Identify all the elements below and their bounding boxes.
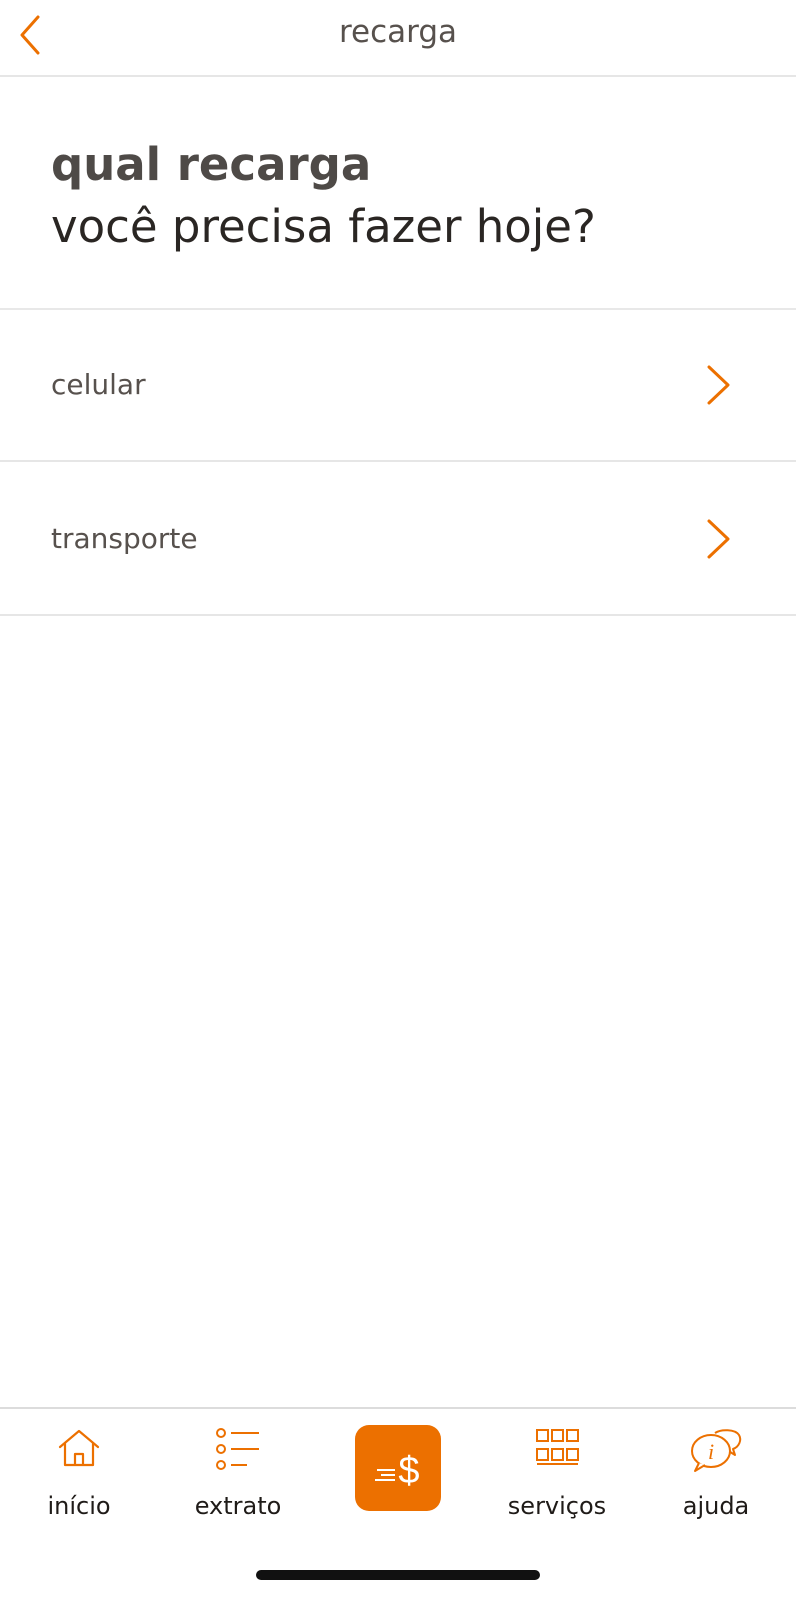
list-item-celular[interactable]: celular bbox=[0, 310, 796, 462]
svg-text:$: $ bbox=[398, 1450, 419, 1491]
heading: qual recarga você precisa fazer hoje? bbox=[51, 136, 751, 260]
list-item-label: transporte bbox=[51, 522, 198, 555]
header: recarga bbox=[0, 0, 796, 77]
svg-text:i: i bbox=[708, 1439, 714, 1464]
pay-dollar-icon: $ bbox=[375, 1450, 420, 1491]
list-item-transporte[interactable]: transporte bbox=[0, 464, 796, 616]
chevron-right-icon bbox=[707, 365, 730, 405]
nav-label-extrato: extrato bbox=[194, 1492, 282, 1520]
list-icon bbox=[216, 1428, 259, 1470]
nav-item-servicos[interactable]: serviços bbox=[487, 1409, 627, 1539]
nav-label-servicos: serviços bbox=[507, 1492, 607, 1520]
pay-button[interactable]: $ bbox=[355, 1425, 441, 1511]
home-indicator bbox=[256, 1570, 540, 1580]
nav-item-extrato[interactable]: extrato bbox=[168, 1409, 308, 1539]
page-title: recarga bbox=[338, 14, 458, 50]
screen: recarga qual recarga você precisa fazer … bbox=[0, 0, 796, 1600]
nav-label-inicio: início bbox=[47, 1492, 111, 1520]
heading-line-1: qual recarga bbox=[51, 138, 372, 191]
list-item-label: celular bbox=[51, 368, 146, 401]
nav-item-inicio[interactable]: início bbox=[9, 1409, 149, 1539]
help-chat-icon: i bbox=[691, 1429, 742, 1472]
chevron-right-icon bbox=[707, 519, 730, 559]
nav-label-ajuda: ajuda bbox=[682, 1492, 750, 1520]
grid-icon bbox=[536, 1429, 579, 1465]
home-icon bbox=[58, 1429, 100, 1467]
nav-item-ajuda[interactable]: i ajuda bbox=[646, 1409, 786, 1539]
heading-line-2: você precisa fazer hoje? bbox=[51, 200, 596, 253]
